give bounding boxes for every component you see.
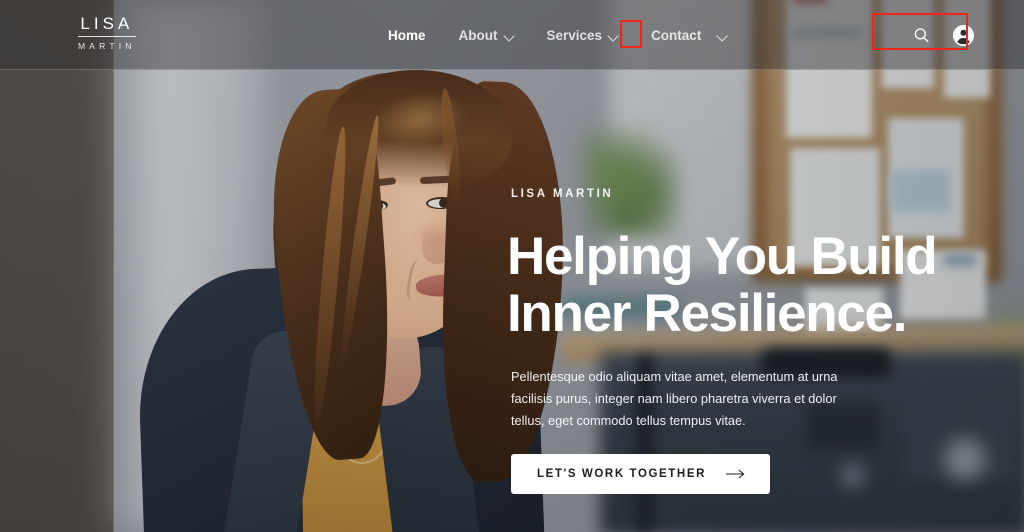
page-root: LISA MARTIN Home About Services Contact <box>0 0 1024 532</box>
hero-headline-line-1: Helping You Build <box>507 227 938 286</box>
site-logo[interactable]: LISA MARTIN <box>78 14 136 53</box>
logo-secondary-text: MARTIN <box>78 41 136 51</box>
hero-headline: Helping You Build Inner Resilience. <box>507 228 987 342</box>
nav-item-label: Home <box>388 27 426 43</box>
nav-item-services[interactable]: Services <box>547 28 636 43</box>
search-icon <box>914 27 929 42</box>
account-icon <box>952 24 974 46</box>
nav-item-home[interactable]: Home <box>388 28 443 43</box>
hero-headline-line-2: Inner Resilience. <box>507 284 907 343</box>
chevron-down-icon[interactable] <box>505 31 514 40</box>
nav-item-contact[interactable]: Contact <box>651 26 735 45</box>
hero-eyebrow: LISA MARTIN <box>511 188 614 200</box>
nav-item-label: Services <box>546 27 603 43</box>
nav-item-label: About <box>458 27 498 43</box>
nav-item-about[interactable]: About <box>459 28 531 43</box>
hero-body-text: Pellentesque odio aliquam vitae amet, el… <box>511 369 838 428</box>
chevron-down-icon[interactable] <box>718 31 727 40</box>
cta-lets-work-together-button[interactable]: LET'S WORK TOGETHER <box>511 454 771 494</box>
main-navigation: Home About Services Contact <box>388 0 735 70</box>
nav-item-label: Contact <box>651 27 702 43</box>
chevron-down-icon[interactable] <box>609 31 618 40</box>
arrow-right-icon <box>726 469 745 479</box>
contact-dropdown-toggle[interactable] <box>710 26 735 45</box>
header-actions <box>908 0 976 70</box>
logo-primary-text: LISA <box>80 14 134 33</box>
cta-label: LET'S WORK TOGETHER <box>537 468 707 480</box>
site-header: LISA MARTIN Home About Services Contact <box>0 0 1024 70</box>
account-button[interactable] <box>950 22 976 48</box>
search-button[interactable] <box>908 22 934 48</box>
